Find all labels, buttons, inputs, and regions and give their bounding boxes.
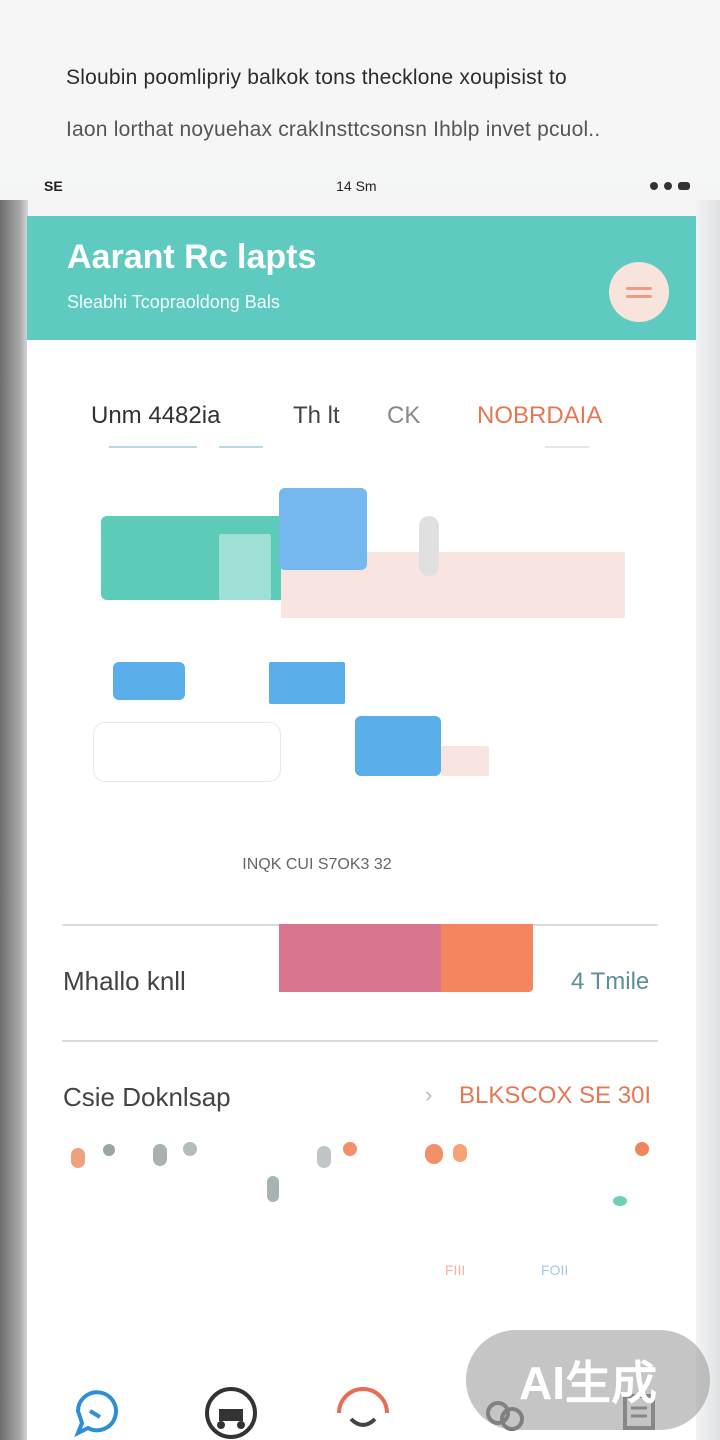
dot	[103, 1144, 115, 1156]
page-title: Aarant Rc lapts	[67, 238, 317, 276]
dot	[183, 1142, 197, 1156]
smile-icon	[337, 1387, 389, 1427]
pink-box	[441, 746, 489, 776]
nav-chat[interactable]	[67, 1384, 127, 1440]
blue-block[interactable]	[279, 488, 367, 570]
status-icons	[650, 182, 690, 190]
dot	[267, 1176, 279, 1202]
dot	[71, 1148, 85, 1168]
pink-stat-bar	[279, 924, 441, 992]
caption-line-2: Iaon lorthat noyuehax crakInsttcsonsn Ih…	[66, 118, 601, 141]
nav-smile[interactable]	[333, 1384, 393, 1440]
orange-stat-bar	[441, 924, 533, 992]
dot	[343, 1142, 357, 1156]
dot	[317, 1146, 331, 1168]
blue-box[interactable]	[355, 716, 441, 776]
teal-highlight	[219, 534, 271, 600]
dot	[425, 1144, 443, 1164]
dot	[613, 1196, 627, 1206]
dot	[635, 1142, 649, 1156]
battery-icon	[678, 182, 690, 190]
menu-button[interactable]	[609, 262, 669, 322]
status-bar: SE 14 Sm	[44, 174, 690, 198]
row-1-value: 4 Tmile	[571, 968, 650, 995]
ai-watermark: AI生成	[466, 1330, 710, 1430]
app-header: Aarant Rc lapts Sleabhi Tcopraoldong Bal…	[27, 216, 696, 340]
hamburger-icon-line	[626, 294, 652, 298]
grey-handle	[419, 516, 439, 576]
summary-text: INQK CUI S7OK3 32	[242, 856, 392, 873]
dot	[453, 1144, 467, 1162]
outline-box[interactable]	[93, 722, 281, 782]
wifi-icon	[664, 182, 672, 190]
scooter-icon	[205, 1387, 257, 1439]
chat-icon	[74, 1390, 118, 1438]
divider-2	[62, 1040, 658, 1042]
tab-3[interactable]: CK	[387, 402, 420, 430]
page-subtitle: Sleabhi Tcopraoldong Bals	[67, 292, 280, 312]
tab-1[interactable]: Unm 4482ia	[91, 402, 220, 430]
row-1-label: Mhallo knll	[63, 966, 186, 996]
tab-underline-3	[545, 446, 589, 448]
chevron-right-icon[interactable]: ›	[425, 1082, 432, 1108]
signal-icon	[650, 182, 658, 190]
row-2-label: Csie Doknlsap	[63, 1082, 231, 1112]
small-tag-2: FOII	[541, 1262, 569, 1278]
blue-bar-1[interactable]	[113, 662, 185, 700]
hamburger-icon	[626, 286, 652, 290]
app-card: Aarant Rc lapts Sleabhi Tcopraoldong Bal…	[27, 216, 696, 1440]
dot	[153, 1144, 167, 1166]
nav-scooter[interactable]	[201, 1384, 261, 1440]
tab-underline-2	[219, 446, 263, 448]
tab-underline	[109, 446, 197, 448]
tab-4[interactable]: NOBRDAIA	[477, 402, 602, 430]
small-tag-1: FIII	[445, 1262, 466, 1278]
status-time: 14 Sm	[336, 178, 377, 194]
blue-bar-2[interactable]	[269, 662, 345, 704]
caption-line-1: Sloubin poomlipriy balkok tons thecklone…	[66, 66, 567, 89]
tab-bar: Unm 4482ia Th lt CK NOBRDAIA	[91, 402, 651, 452]
row-2-value: BLKSCOX SE 30I	[459, 1082, 652, 1109]
status-left: SE	[44, 178, 63, 194]
tab-2[interactable]: Th lt	[293, 402, 340, 430]
left-background-shade	[0, 200, 28, 1440]
right-background-shade	[696, 200, 720, 1440]
